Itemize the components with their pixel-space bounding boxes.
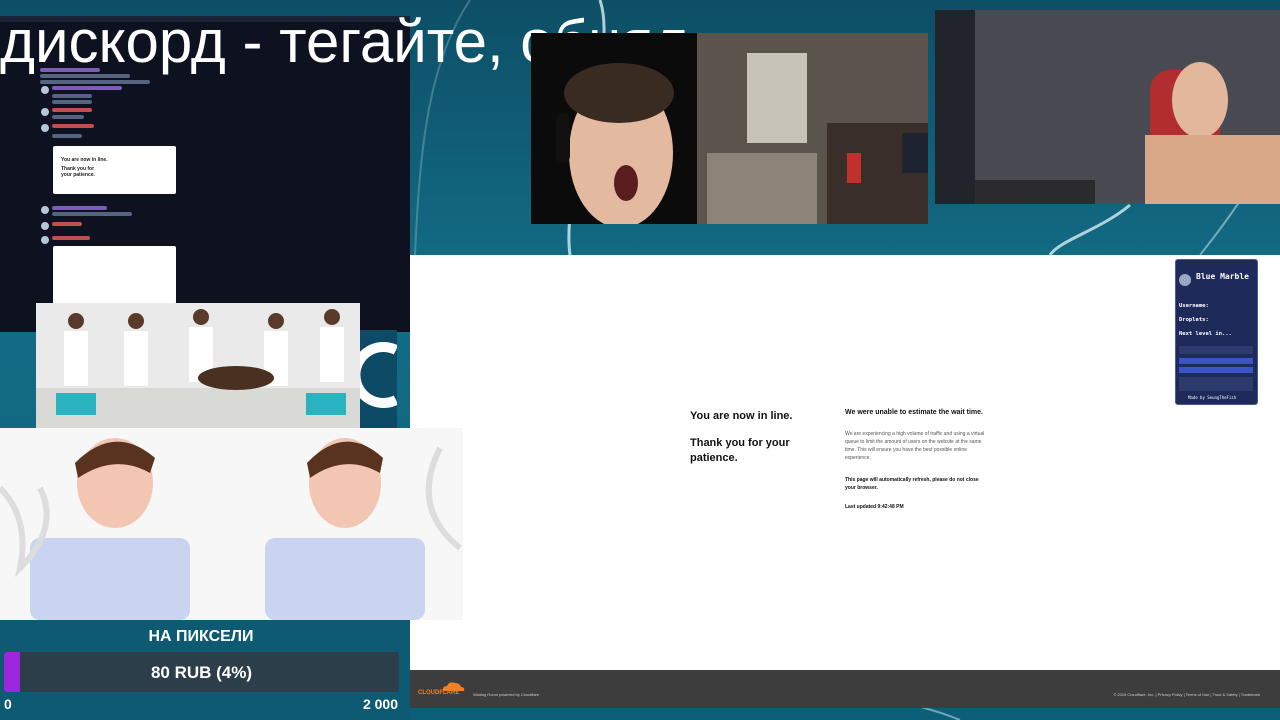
- goal-value: 80 RUB (4%): [150, 663, 253, 682]
- illustrated-art: [0, 428, 463, 620]
- widget-title: Blue Marble: [1196, 272, 1249, 281]
- auto-refresh-notice: This page will automatically refresh, pl…: [845, 477, 979, 491]
- donation-goal-widget: НА ПИКСЕЛИ 80 RUB (4%) 0 2 000: [0, 620, 410, 720]
- cloudflare-footer: CLOUDFLARE Waiting Room powered by Cloud…: [410, 670, 1280, 708]
- meme-image: [36, 303, 360, 428]
- chat-embedded-screenshot-1: You are now in line. Thank you for your …: [53, 146, 176, 194]
- webcam-room-view: [697, 33, 928, 224]
- footer-powered-by: Waiting Room powered by Cloudflare: [473, 692, 540, 697]
- footer-legal-links[interactable]: © 2025 Cloudflare, Inc. | Privacy Policy…: [1113, 692, 1260, 697]
- wait-time-heading: We were unable to estimate the wait time…: [845, 409, 983, 416]
- chat-embedded-screenshot-2: [53, 246, 176, 304]
- blue-marble-widget[interactable]: Blue Marble Username: Droplets: Next lev…: [1175, 259, 1258, 405]
- goal-min: 0: [4, 696, 12, 712]
- wait-time-paragraph: We are experiencing a high volume of tra…: [845, 431, 985, 461]
- queue-subheading: Thank you for your patience.: [690, 437, 790, 464]
- goal-max: 2 000: [362, 696, 398, 712]
- username-label: Username:: [1179, 303, 1209, 309]
- cloudflare-logo-text: CLOUDFLARE: [418, 690, 460, 696]
- webcam-guest: [935, 10, 1280, 204]
- widget-credit: Made by SeungTheFish: [1188, 395, 1237, 400]
- goal-title: НА ПИКСЕЛИ: [148, 628, 254, 645]
- droplets-label: Droplets:: [1179, 317, 1209, 323]
- coordinate-inputs[interactable]: [1179, 346, 1253, 354]
- webcam-streamer: [531, 33, 697, 224]
- overlay-logo-fragment: [350, 330, 399, 428]
- queue-heading: You are now in line.: [690, 410, 793, 422]
- widget-status-box: [1179, 377, 1253, 391]
- cloudflare-waiting-room-page: [410, 255, 1280, 670]
- goal-progress-track: 80 RUB (4%): [4, 652, 399, 692]
- widget-button-row-2[interactable]: [1179, 367, 1253, 373]
- globe-icon: [1179, 274, 1191, 286]
- widget-button-row-1[interactable]: [1179, 358, 1253, 364]
- last-updated: Last updated 9:42:48 PM: [845, 504, 904, 510]
- next-level-label: Next level in...: [1179, 331, 1232, 337]
